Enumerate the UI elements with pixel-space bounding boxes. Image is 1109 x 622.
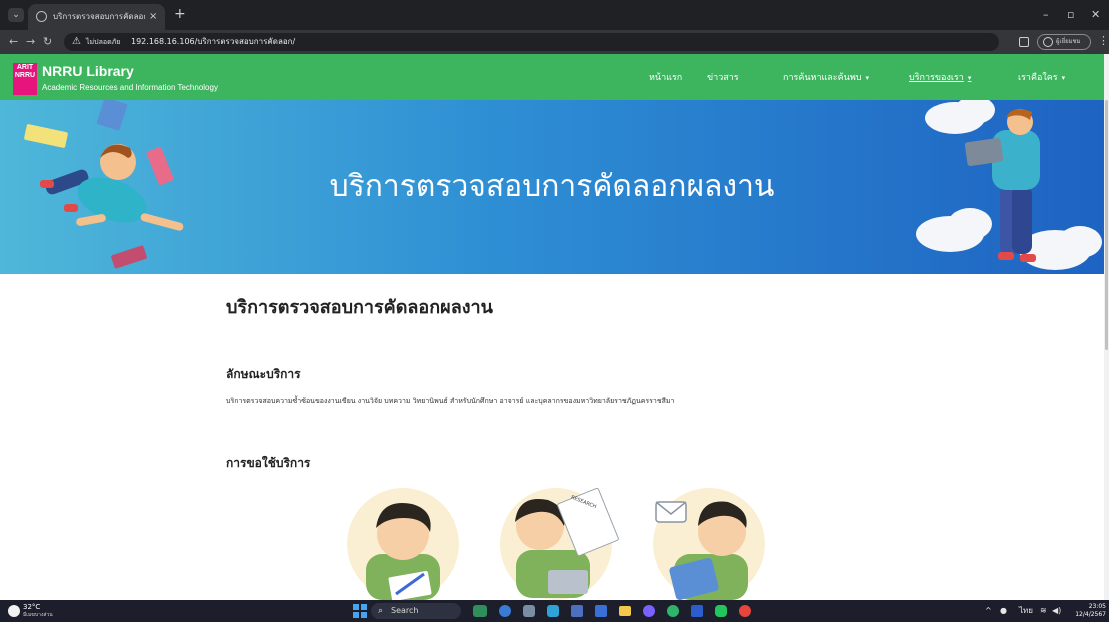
sidepanel-icon[interactable]	[1019, 37, 1029, 47]
nav-item-about[interactable]: เราคือใคร ▾	[1018, 72, 1065, 84]
language-indicator[interactable]: ไทย	[1019, 604, 1033, 618]
app-icon	[595, 605, 607, 617]
service-steps-illustrations: RESEARCH	[347, 487, 765, 601]
browser-tab[interactable]: บริการตรวจสอบการคัดลอกผลงาน... ×	[28, 4, 165, 30]
globe-icon	[36, 11, 47, 22]
scrollbar-thumb[interactable]	[1105, 100, 1108, 350]
clock-time[interactable]: 23:05	[1080, 603, 1106, 611]
windows-start-icon[interactable]	[353, 604, 367, 618]
weather-description[interactable]: มีเมฆบางส่วน	[23, 611, 53, 619]
app-icon	[547, 605, 559, 617]
address-bar-row: ← → ↻ ⚠ ไม่ปลอดภัย 192.168.16.106/บริการ…	[0, 30, 1109, 54]
close-window-icon[interactable]: ✕	[1091, 8, 1100, 22]
chevron-down-icon: ▾	[967, 74, 972, 82]
app-icon	[523, 605, 535, 617]
clock-date[interactable]: 12/4/2567	[1070, 611, 1106, 619]
writing-boy-illustration	[347, 488, 459, 601]
service-description: บริการตรวจสอบความซ้ำซ้อนของงานเขียน งานว…	[226, 397, 675, 405]
page-title: บริการตรวจสอบการคัดลอกผลงาน	[226, 297, 493, 318]
new-tab-button[interactable]: +	[174, 6, 186, 22]
nav-item-services[interactable]: บริการของเรา ▾	[909, 72, 971, 84]
brand-subtitle: Academic Resources and Information Techn…	[42, 83, 218, 92]
profile-button[interactable]: ผู้เยี่ยมชม	[1037, 34, 1091, 50]
nav-item-news[interactable]: ข่าวสาร	[707, 72, 739, 84]
forward-arrow-icon[interactable]: →	[26, 35, 35, 49]
warning-icon[interactable]: ⚠	[72, 36, 81, 48]
weather-temperature[interactable]: 32°C	[23, 603, 40, 611]
weather-icon[interactable]	[8, 605, 20, 617]
tray-chevron-icon[interactable]: ^	[985, 604, 992, 618]
site-navbar: ARIT NRRU NRRU Library Academic Resource…	[0, 54, 1104, 100]
nav-item-label: บริการของเรา	[909, 73, 964, 83]
nav-item-discovery[interactable]: การค้นหาและค้นพบ ▾	[783, 72, 869, 84]
back-arrow-icon[interactable]: ←	[9, 35, 18, 49]
chevron-down-icon: ▾	[1061, 74, 1066, 82]
folder-icon	[619, 606, 631, 616]
research-boy-illustration: RESEARCH	[500, 487, 619, 600]
chrome-icon	[739, 605, 751, 617]
restore-icon[interactable]: ▫	[1067, 8, 1074, 22]
app-icon	[667, 605, 679, 617]
app-icon	[499, 605, 511, 617]
minimize-icon[interactable]: –	[1043, 8, 1049, 22]
tab-close-icon[interactable]: ×	[149, 10, 157, 24]
hero-title: บริการตรวจสอบการคัดลอกผลงาน	[329, 169, 775, 204]
brand-title[interactable]: NRRU Library	[42, 62, 134, 80]
profile-label: ผู้เยี่ยมชม	[1056, 38, 1081, 45]
app-icon	[571, 605, 583, 617]
nav-item-label: ข่าวสาร	[707, 73, 739, 83]
more-vertical-icon[interactable]: ⋮	[1098, 34, 1109, 48]
wifi-icon[interactable]: ≋	[1040, 604, 1047, 618]
hero-banner: บริการตรวจสอบการคัดลอกผลงาน	[0, 100, 1104, 274]
line-icon	[715, 605, 727, 617]
chevron-down-icon: ▾	[865, 74, 869, 82]
search-icon: ⌕	[378, 606, 384, 616]
nav-item-home[interactable]: หน้าแรก	[649, 72, 682, 84]
section-heading-request: การขอใช้บริการ	[226, 456, 311, 470]
taskbar-apps[interactable]	[465, 600, 795, 622]
url-omnibox[interactable]: ⚠ ไม่ปลอดภัย 192.168.16.106/บริการตรวจสอ…	[64, 33, 999, 51]
nav-item-label: เราคือใคร	[1018, 73, 1058, 83]
app-tray-icon[interactable]: ●	[1000, 604, 1007, 618]
tab-search-icon[interactable]: ⌄	[8, 8, 24, 22]
app-icon	[643, 605, 655, 617]
insecure-label[interactable]: ไม่ปลอดภัย	[86, 36, 120, 48]
email-boy-illustration	[653, 488, 765, 600]
site-logo[interactable]: ARIT NRRU	[13, 63, 37, 95]
reload-icon[interactable]: ↻	[43, 35, 52, 49]
search-label: Search	[391, 606, 419, 615]
nav-item-label: หน้าแรก	[649, 73, 683, 83]
section-heading-service: ลักษณะบริการ	[226, 367, 301, 381]
logo-text: ARIT NRRU	[14, 64, 36, 79]
windows-taskbar: 32°C มีเมฆบางส่วน ⌕ Search ^ ● ไทย ≋ ◀) …	[0, 600, 1109, 622]
taskbar-search[interactable]: ⌕ Search	[371, 603, 461, 619]
tab-title: บริการตรวจสอบการคัดลอกผลงาน...	[53, 12, 145, 21]
word-icon	[691, 605, 703, 617]
nav-item-label: การค้นหาและค้นพบ	[783, 73, 862, 83]
widgets-icon	[473, 605, 487, 617]
profile-icon	[1043, 37, 1053, 47]
browser-tab-bar: ⌄ บริการตรวจสอบการคัดลอกผลงาน... × + – ▫…	[0, 0, 1109, 30]
url-text[interactable]: 192.168.16.106/บริการตรวจสอบการคัดลอก/	[131, 36, 295, 48]
volume-icon[interactable]: ◀)	[1052, 604, 1061, 618]
